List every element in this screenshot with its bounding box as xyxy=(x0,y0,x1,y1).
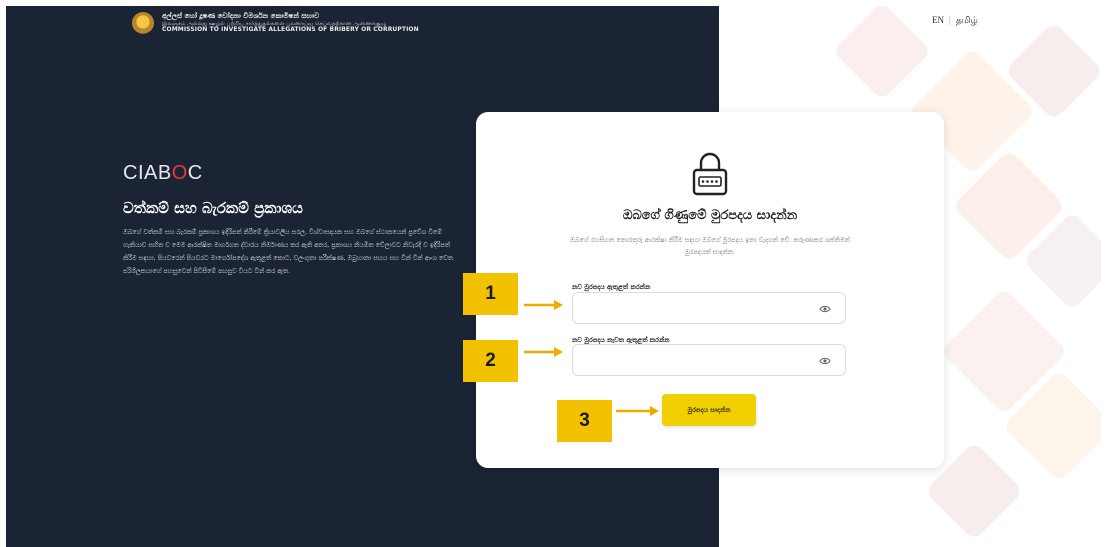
new-password-input[interactable] xyxy=(573,293,813,323)
brand-dot: O xyxy=(171,162,188,184)
show-password-eye-icon[interactable] xyxy=(819,355,831,367)
site-header: අල්ලස් හෝ දූෂණ චෝදනා විමර්ශන කොමිෂන් සභා… xyxy=(132,12,419,34)
decor-diamond xyxy=(832,6,932,101)
org-name-english: COMMISSION TO INVESTIGATE ALLEGATIONS OF… xyxy=(162,25,419,33)
org-name-sinhala: අල්ලස් හෝ දූෂණ චෝදනා විමර්ශන කොමිෂන් සභා… xyxy=(162,11,320,20)
brand-suffix: C xyxy=(187,162,203,184)
lang-ta-link[interactable]: தமிழ் xyxy=(956,15,978,27)
confirm-password-field xyxy=(572,344,846,376)
annotation-badge-2: 2 xyxy=(463,340,518,382)
new-password-field xyxy=(572,292,846,324)
ciaboc-logo: CIABOC xyxy=(123,162,203,185)
confirm-password-input[interactable] xyxy=(573,345,813,375)
lang-separator: | xyxy=(949,15,951,25)
lang-en-link[interactable]: EN xyxy=(932,15,944,27)
new-password-label: නව මුරපදය ඇතුළත් කරන්න xyxy=(572,283,651,291)
annotation-arrow-icon xyxy=(524,347,563,357)
annotation-arrow-icon xyxy=(616,406,659,416)
annotation-arrow-icon xyxy=(524,300,563,310)
password-lock-icon xyxy=(692,152,728,196)
brand-prefix: CIAB xyxy=(123,162,172,184)
annotation-badge-3: 3 xyxy=(557,400,612,442)
card-title: ඔබගේ ගිණුමේ මුරපදය සාදන්න xyxy=(622,208,798,223)
create-password-button[interactable]: මුරපදය සාදන්න xyxy=(662,394,756,426)
show-password-eye-icon[interactable] xyxy=(819,303,831,315)
page-description: ඔබගේ වත්කම් සහ බැරකම් ප්‍රකාශය ඉදිරිපත් … xyxy=(123,228,453,275)
card-subtitle: ඔබගේ රහසිගත තොරතුරු ආරක්ෂා කිරීම සඳහා ඔබ… xyxy=(570,236,850,256)
create-password-card: ඔබගේ ගිණුමේ මුරපදය සාදන්න ඔබගේ රහසිගත තො… xyxy=(476,112,944,468)
org-name-block: අල්ලස් හෝ දූෂණ චෝදනා විමර්ශන කොමිෂන් සභා… xyxy=(162,11,419,33)
language-switcher: EN | தமிழ் xyxy=(932,15,978,27)
page-title: වත්කම් සහ බැරකම් ප්‍රකාශය xyxy=(123,199,303,217)
annotation-badge-1: 1 xyxy=(463,273,518,315)
sri-lanka-emblem-icon xyxy=(132,12,154,34)
